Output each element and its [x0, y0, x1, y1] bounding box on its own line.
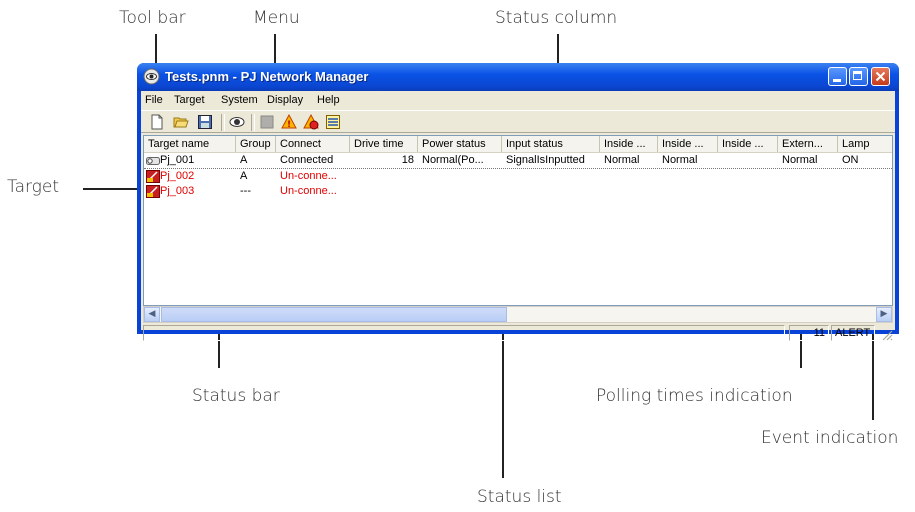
cell-target-name: Pj_001	[160, 154, 195, 166]
scroll-thumb[interactable]	[161, 307, 507, 322]
close-button[interactable]	[871, 67, 890, 86]
minimize-button[interactable]	[828, 67, 847, 86]
column-header-row: Target name Group Connect Drive time Pow…	[144, 136, 892, 153]
column-header[interactable]: Extern...	[778, 136, 838, 152]
app-eye-icon	[143, 68, 160, 85]
toolbar-separator	[221, 114, 225, 131]
column-header[interactable]: Drive time	[350, 136, 418, 152]
annotation-tool-bar: Tool bar	[119, 8, 186, 28]
table-row[interactable]: Pj_002 A Un-conne...	[144, 169, 892, 184]
annotation-event-indication: Event indication	[761, 428, 899, 448]
cell-power-status: Normal(Po...	[422, 154, 484, 166]
menu-display[interactable]: Display	[267, 94, 303, 106]
view-icon[interactable]	[229, 114, 245, 130]
title-bar[interactable]: Tests.pnm - PJ Network Manager	[137, 63, 899, 91]
list-icon[interactable]	[325, 114, 341, 130]
cell-group: A	[240, 170, 248, 182]
annotation-target: Target	[7, 177, 60, 197]
save-icon[interactable]	[197, 114, 213, 130]
polling-count: 11	[813, 327, 825, 339]
cell-inside-3	[718, 153, 778, 168]
stop-icon[interactable]	[259, 114, 275, 130]
cell-inside-2: Normal	[662, 154, 698, 166]
column-header[interactable]: Power status	[418, 136, 502, 152]
cell-group: ---	[240, 185, 251, 197]
app-window: Tests.pnm - PJ Network Manager File Targ…	[137, 63, 899, 341]
column-header[interactable]: Inside ...	[600, 136, 658, 152]
menu-bar: File Target System Display Help	[141, 91, 895, 110]
scroll-right-arrow-icon[interactable]: ▶	[876, 307, 892, 322]
svg-text:!: !	[287, 120, 291, 130]
column-header[interactable]: Lamp	[838, 136, 892, 152]
resize-grip-icon[interactable]	[881, 329, 893, 341]
new-icon[interactable]	[149, 114, 165, 130]
column-header[interactable]: Input status	[502, 136, 600, 152]
cell-inside-1: Normal	[604, 154, 640, 166]
cell-target-name: Pj_002	[160, 170, 195, 182]
toolbar: !	[141, 110, 895, 133]
close-icon	[875, 71, 886, 82]
column-header[interactable]: Inside ...	[718, 136, 778, 152]
cell-group: A	[240, 154, 248, 166]
open-icon[interactable]	[173, 114, 189, 130]
alert-icon[interactable]: !	[281, 114, 297, 130]
annotation-status-column: Status column	[495, 8, 618, 28]
table-row[interactable]: Pj_001 A Connected 18 Normal(Po... Signa…	[144, 153, 892, 169]
status-pane-main	[143, 325, 785, 341]
cell-connect: Un-conne...	[280, 185, 337, 197]
column-header[interactable]: Inside ...	[658, 136, 718, 152]
status-list[interactable]: Target name Group Connect Drive time Pow…	[143, 135, 893, 306]
annotation-status-list: Status list	[477, 487, 562, 507]
annotation-menu: Menu	[253, 8, 300, 28]
annotation-status-bar: Status bar	[192, 386, 280, 406]
column-header[interactable]: Connect	[276, 136, 350, 152]
cell-connect: Un-conne...	[280, 170, 337, 182]
menu-file[interactable]: File	[145, 94, 163, 106]
minimize-icon	[833, 79, 841, 82]
status-bar: 11 ALERT	[141, 323, 895, 343]
cell-connect: Connected	[280, 154, 334, 166]
scroll-left-arrow-icon[interactable]: ◀	[144, 307, 160, 322]
event-indication-pane: ALERT	[831, 325, 875, 341]
window-client: File Target System Display Help ! Target…	[141, 91, 895, 341]
menu-system[interactable]: System	[221, 94, 258, 106]
cell-lamp: ON	[842, 154, 859, 166]
cell-drive-time: 18	[401, 154, 414, 166]
menu-target[interactable]: Target	[174, 94, 205, 106]
polling-times-pane: 11	[789, 325, 829, 341]
column-header[interactable]: Target name	[144, 136, 236, 152]
maximize-button[interactable]	[849, 67, 868, 86]
cell-external: Normal	[782, 154, 818, 166]
horizontal-scrollbar[interactable]: ◀ ▶	[143, 306, 893, 323]
alert-settings-icon[interactable]	[303, 114, 319, 130]
cell-target-name: Pj_003	[160, 185, 195, 197]
event-status: ALERT	[835, 327, 871, 339]
cell-input-status: SignalIsInputted	[506, 154, 585, 166]
column-header[interactable]: Group	[236, 136, 276, 152]
menu-help[interactable]: Help	[317, 94, 340, 106]
annotation-polling-times: Polling times indication	[596, 386, 793, 406]
maximize-icon	[853, 71, 862, 80]
table-row[interactable]: Pj_003 --- Un-conne...	[144, 184, 892, 199]
window-title: Tests.pnm - PJ Network Manager	[165, 69, 369, 84]
toolbar-separator	[251, 114, 255, 131]
